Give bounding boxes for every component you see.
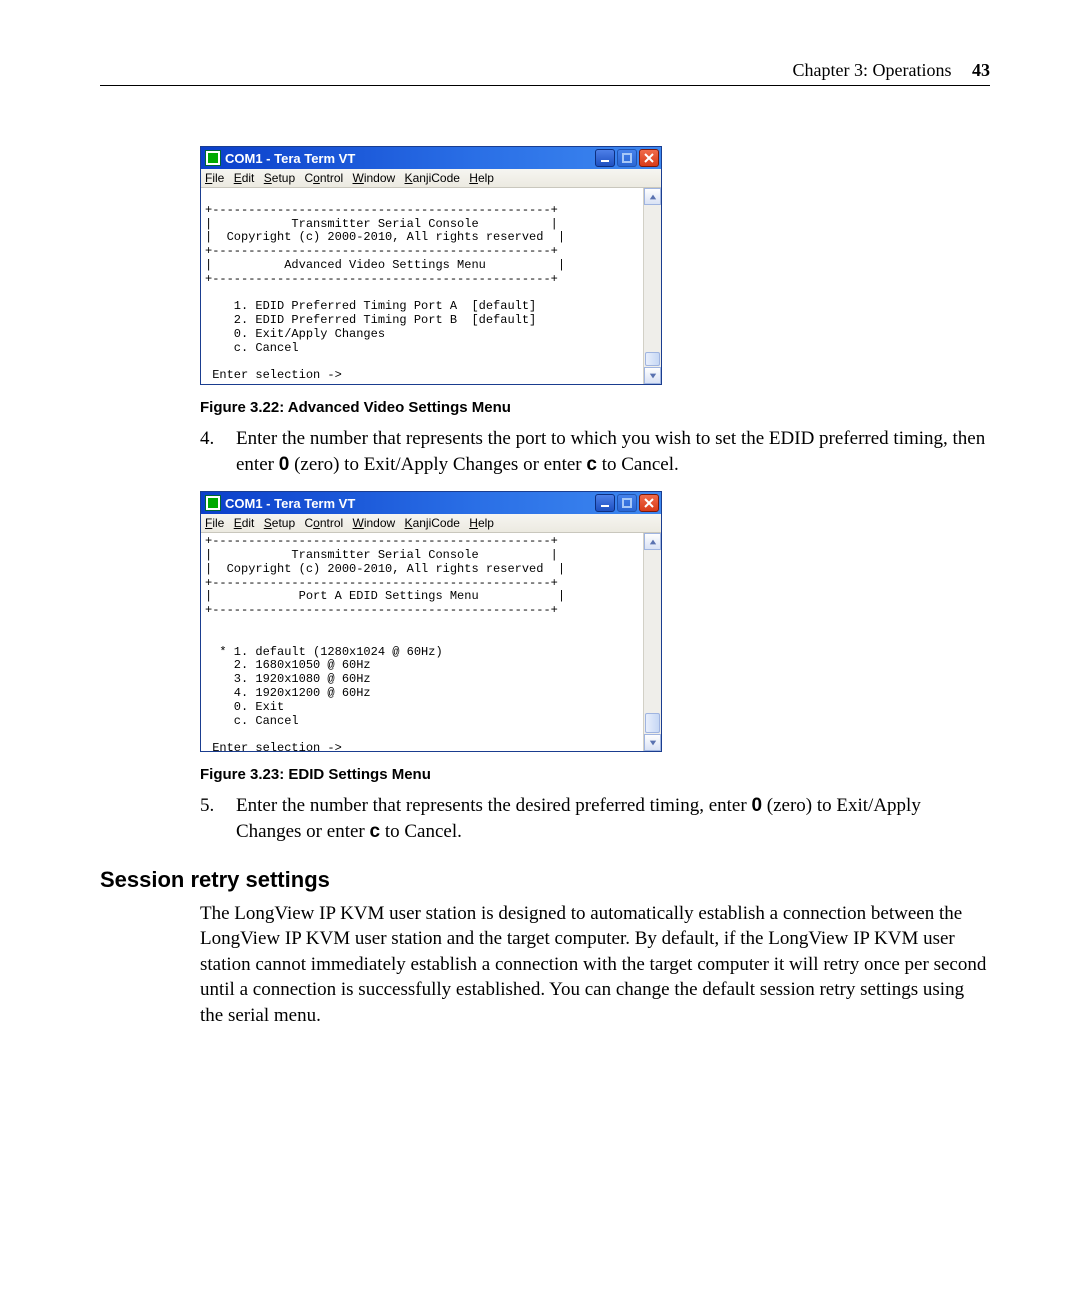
terminal-window-1: COM1 - Tera Term VT File Edit Setup xyxy=(200,146,662,385)
c-key: c xyxy=(369,821,380,842)
text-part: to Cancel. xyxy=(380,821,462,842)
chapter-label: Chapter 3: Operations xyxy=(793,60,952,80)
close-button[interactable] xyxy=(639,149,659,167)
figure-caption-2: Figure 3.23: EDID Settings Menu xyxy=(200,766,990,783)
scroll-thumb[interactable] xyxy=(645,713,660,733)
step-text: Enter the number that represents the des… xyxy=(236,793,990,844)
menu-setup[interactable]: Setup xyxy=(264,516,295,530)
terminal-output: +---------------------------------------… xyxy=(201,533,643,751)
terminal-output: +---------------------------------------… xyxy=(201,188,643,384)
maximize-button[interactable] xyxy=(617,494,637,512)
vertical-scrollbar[interactable] xyxy=(643,188,661,384)
minimize-button[interactable] xyxy=(595,149,615,167)
step-5: 5. Enter the number that represents the … xyxy=(200,793,990,844)
c-key: c xyxy=(586,454,597,475)
scroll-up-button[interactable] xyxy=(644,188,661,205)
page: Chapter 3: Operations 43 COM1 - Tera Ter… xyxy=(0,0,1080,1089)
step-4: 4. Enter the number that represents the … xyxy=(200,426,990,477)
menu-file[interactable]: File xyxy=(205,171,224,185)
menu-file[interactable]: File xyxy=(205,516,224,530)
menu-control[interactable]: Control xyxy=(304,171,343,185)
figure-caption-1: Figure 3.22: Advanced Video Settings Men… xyxy=(200,399,990,416)
step-number: 4. xyxy=(200,426,236,477)
menubar[interactable]: File Edit Setup Control Window KanjiCode… xyxy=(201,169,661,188)
zero-key: 0 xyxy=(279,454,290,475)
minimize-button[interactable] xyxy=(595,494,615,512)
text-part: Enter the number that represents the des… xyxy=(236,795,751,816)
scroll-thumb[interactable] xyxy=(645,352,660,366)
step-text: Enter the number that represents the por… xyxy=(236,426,990,477)
page-header: Chapter 3: Operations 43 xyxy=(100,60,990,86)
scroll-down-button[interactable] xyxy=(644,734,661,751)
menu-kanjicode[interactable]: KanjiCode xyxy=(405,171,460,185)
maximize-button[interactable] xyxy=(617,149,637,167)
menu-window[interactable]: Window xyxy=(353,516,396,530)
scroll-down-button[interactable] xyxy=(644,367,661,384)
menu-help[interactable]: Help xyxy=(469,516,494,530)
app-icon xyxy=(205,150,221,166)
titlebar[interactable]: COM1 - Tera Term VT xyxy=(201,147,661,169)
text-part: (zero) to Exit/Apply Changes or enter xyxy=(289,454,586,475)
menu-help[interactable]: Help xyxy=(469,171,494,185)
menu-kanjicode[interactable]: KanjiCode xyxy=(405,516,460,530)
scroll-up-button[interactable] xyxy=(644,533,661,550)
page-content: COM1 - Tera Term VT File Edit Setup xyxy=(200,146,990,1029)
page-number: 43 xyxy=(972,60,990,80)
section-paragraph: The LongView IP KVM user station is desi… xyxy=(200,901,990,1029)
terminal-window-2: COM1 - Tera Term VT File Edit Setup xyxy=(200,491,662,752)
menu-control[interactable]: Control xyxy=(304,516,343,530)
app-icon xyxy=(205,495,221,511)
window-title: COM1 - Tera Term VT xyxy=(225,151,593,166)
window-title: COM1 - Tera Term VT xyxy=(225,496,593,511)
vertical-scrollbar[interactable] xyxy=(643,533,661,751)
zero-key: 0 xyxy=(751,795,762,816)
menu-edit[interactable]: Edit xyxy=(234,516,255,530)
step-number: 5. xyxy=(200,793,236,844)
menubar[interactable]: File Edit Setup Control Window KanjiCode… xyxy=(201,514,661,533)
menu-window[interactable]: Window xyxy=(353,171,396,185)
menu-edit[interactable]: Edit xyxy=(234,171,255,185)
section-heading: Session retry settings xyxy=(100,867,990,893)
menu-setup[interactable]: Setup xyxy=(264,171,295,185)
titlebar[interactable]: COM1 - Tera Term VT xyxy=(201,492,661,514)
close-button[interactable] xyxy=(639,494,659,512)
text-part: to Cancel. xyxy=(597,454,679,475)
